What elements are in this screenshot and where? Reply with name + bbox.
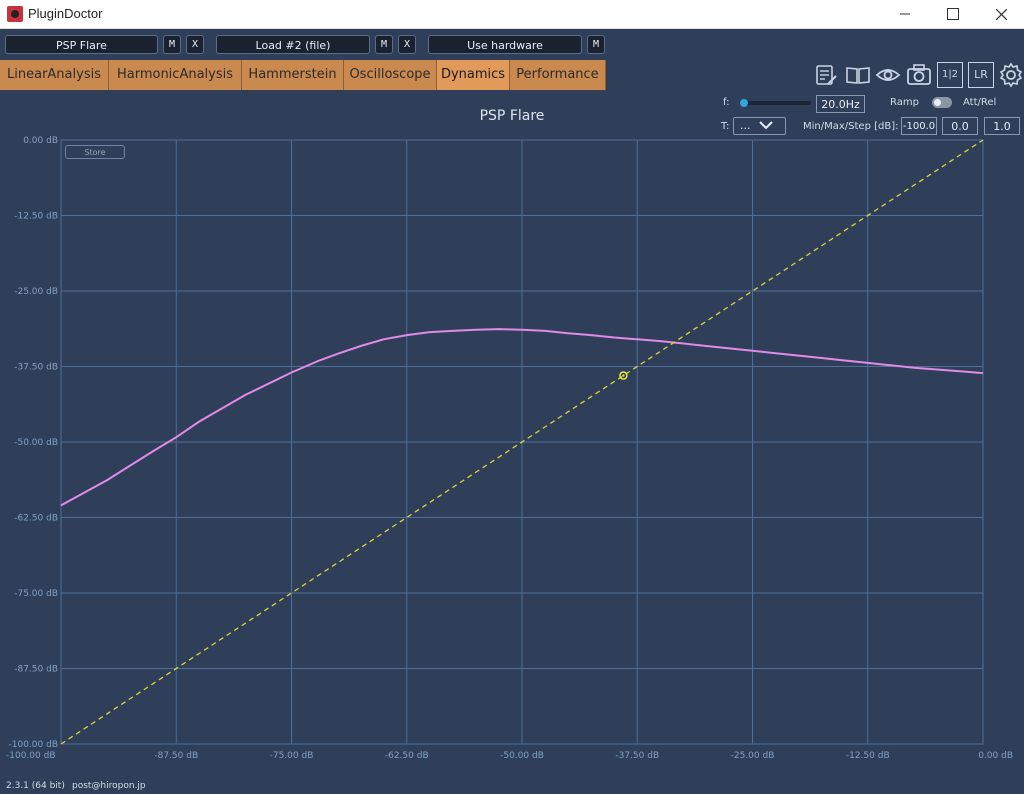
- ramp-toggle[interactable]: [932, 97, 952, 108]
- tab-linear-analysis[interactable]: LinearAnalysis: [0, 60, 109, 90]
- eye-icon[interactable]: [875, 62, 901, 88]
- x-tick-label: -25.00 dB: [731, 751, 775, 760]
- y-tick-label: -50.00 dB: [14, 438, 58, 448]
- y-tick-label: -87.50 dB: [14, 665, 58, 675]
- y-tick-label: -25.00 dB: [14, 287, 58, 297]
- min-max-step-label: Min/Max/Step [dB]:: [803, 121, 899, 132]
- close-button[interactable]: [978, 0, 1024, 28]
- camera-icon[interactable]: [906, 62, 932, 88]
- tab-harmonic-analysis[interactable]: HarmonicAnalysis: [109, 60, 242, 90]
- y-tick-label: -37.50 dB: [14, 363, 58, 373]
- book-icon[interactable]: [845, 62, 871, 88]
- lr-icon[interactable]: LR: [968, 62, 994, 88]
- tab-oscilloscope[interactable]: Oscilloscope: [344, 60, 437, 90]
- x-tick-label: -100.00 dB: [6, 751, 56, 760]
- plugin-slot-1-monitor-button[interactable]: M: [163, 35, 181, 54]
- y-tick-label: -12.50 dB: [14, 212, 58, 222]
- app-logo-icon: [7, 6, 23, 22]
- channel-1-2-icon[interactable]: 1|2: [937, 62, 963, 88]
- x-tick-label: -12.50 dB: [846, 751, 890, 760]
- plugin-bar: PSP Flare M X Load #2 (file) M X Use har…: [0, 29, 1024, 59]
- hardware-monitor-button[interactable]: M: [587, 35, 605, 54]
- x-tick-label: -37.50 dB: [615, 751, 659, 760]
- y-tick-label: 0.00 dB: [23, 136, 58, 146]
- store-button[interactable]: Store: [65, 145, 125, 159]
- y-tick-label: -62.50 dB: [14, 514, 58, 524]
- x-tick-label: -62.50 dB: [385, 751, 429, 760]
- frequency-slider[interactable]: [741, 101, 811, 105]
- plugin-slot-2-monitor-button[interactable]: M: [375, 35, 393, 54]
- plugin-slot-2-remove-button[interactable]: X: [398, 35, 416, 54]
- tab-hammerstein[interactable]: Hammerstein: [242, 60, 344, 90]
- ramp-label: Ramp: [890, 97, 919, 108]
- window-title: PluginDoctor: [28, 6, 103, 21]
- y-tick-label: -100.00 dB: [9, 740, 59, 750]
- plot-markers: [619, 371, 628, 380]
- chevron-down-icon: [759, 121, 773, 130]
- x-tick-label: 0.00 dB: [978, 751, 1013, 760]
- tab-performance[interactable]: Performance: [510, 60, 606, 90]
- dynamics-plot[interactable]: 0.00 dB -12.50 dB -25.00 dB -37.50 dB -50.00…: [0, 132, 1024, 760]
- frequency-slider-knob[interactable]: [739, 99, 748, 107]
- x-tick-label: -50.00 dB: [500, 751, 544, 760]
- x-axis-labels: -100.00 dB -87.50 dB -75.00 dB -62.50 dB -50…: [6, 751, 1013, 760]
- close-icon: [995, 8, 1007, 20]
- maximize-icon: [947, 8, 959, 20]
- x-tick-label: -75.00 dB: [270, 751, 314, 760]
- cursor-marker-center: [622, 374, 625, 377]
- tab-dynamics[interactable]: Dynamics: [437, 60, 510, 90]
- use-hardware-button[interactable]: Use hardware: [428, 35, 582, 54]
- frequency-label: f:: [723, 97, 730, 108]
- plot-title: PSP Flare: [479, 108, 545, 124]
- gear-icon[interactable]: [998, 62, 1024, 88]
- y-axis-labels: 0.00 dB -12.50 dB -25.00 dB -37.50 dB -50.00…: [9, 136, 59, 750]
- att-rel-label: Att/Rel: [963, 97, 997, 108]
- plugin-slot-2-button[interactable]: Load #2 (file): [216, 35, 370, 54]
- frequency-value-field[interactable]: 20.0Hz: [816, 95, 865, 113]
- title-bar: PluginDoctor: [0, 0, 1024, 29]
- minimize-icon: [900, 13, 910, 15]
- minimize-button[interactable]: [882, 0, 928, 28]
- t-label: T:: [721, 121, 730, 132]
- version-text: 2.3.1 (64 bit): [6, 781, 65, 791]
- x-tick-label: -87.50 dB: [154, 751, 198, 760]
- y-tick-label: -75.00 dB: [14, 589, 58, 599]
- maximize-button[interactable]: [930, 0, 976, 28]
- notes-icon[interactable]: [813, 62, 839, 88]
- contact-email: post@hiropon.jp: [72, 781, 146, 791]
- plugin-slot-1-remove-button[interactable]: X: [186, 35, 204, 54]
- plugin-slot-1-button[interactable]: PSP Flare: [5, 35, 158, 54]
